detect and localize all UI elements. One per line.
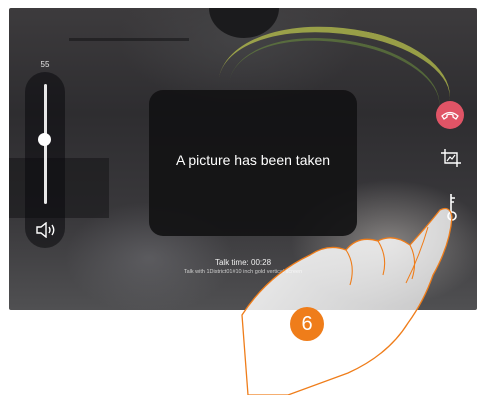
volume-slider-thumb[interactable] [38,133,51,146]
pointing-hand-illustration [241,207,453,395]
hang-up-icon [441,111,459,120]
snapshot-icon[interactable] [440,148,462,168]
volume-value: 55 [40,60,50,69]
background-shelf [69,38,189,41]
popup-message: A picture has been taken [175,152,331,168]
end-call-button[interactable] [436,101,464,129]
speaker-icon[interactable] [35,221,57,239]
step-number-badge: 6 [290,307,324,341]
